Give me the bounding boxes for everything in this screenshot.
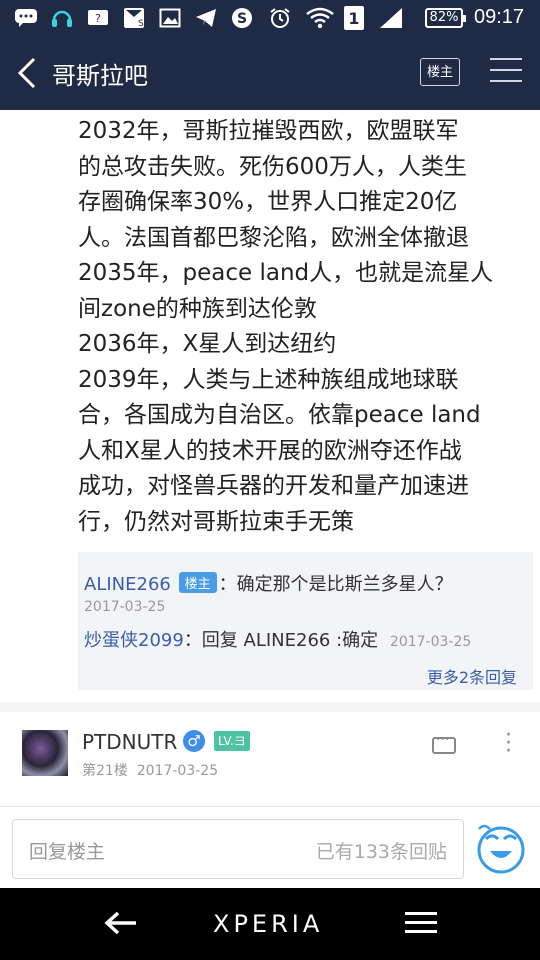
- reply-date: 2017-03-25: [389, 634, 472, 650]
- sub-reply[interactable]: ALINE266 楼主 ：确定那个是比斯兰多星人？: [84, 570, 453, 596]
- forum-title: 哥斯拉吧: [52, 62, 148, 90]
- sub-replies: ALINE266 楼主 ：确定那个是比斯兰多星人？ 2017-03-25 炒蛋侠2…: [78, 552, 533, 690]
- alarm-icon: [268, 6, 292, 30]
- post-line: 合，各国成为自治区。依靠peace land: [78, 402, 481, 428]
- reply-date: 2017-03-25: [84, 599, 166, 615]
- post-line: 成功，对怪兽兵器的开发和量产加速进: [78, 473, 469, 499]
- post-body: 2032年，哥斯拉摧毁西欧，欧盟联军 的总攻击失败。死伤600万人，人类生 存圈…: [78, 114, 528, 540]
- floor-header: PTDNUTR ♂ LV.ヨ 第21楼 2017-03-25 ···: [0, 712, 540, 810]
- post-line: 人。法国首都巴黎沦陷，欧洲全体撤退: [78, 224, 469, 251]
- svg-text:S: S: [237, 11, 247, 27]
- status-bar: ? S S 1 82% 09:17: [0, 0, 540, 36]
- headset-icon: [50, 6, 74, 30]
- list-menu-icon[interactable]: [405, 912, 437, 934]
- reply-text: ：确定那个是比斯兰多星人？: [218, 574, 453, 595]
- reply-username[interactable]: 炒蛋侠2099: [84, 630, 184, 651]
- image-icon: [158, 6, 182, 30]
- more-replies-link[interactable]: 更多2条回复: [427, 664, 517, 688]
- brand-logo: XPERIA: [213, 910, 324, 938]
- hamburger-menu-icon[interactable]: [490, 58, 522, 86]
- post-line: 存圈确保率30%，世界人口推定20亿: [78, 189, 458, 215]
- floor-username[interactable]: PTDNUTR: [82, 730, 177, 754]
- s-app-icon: S: [230, 6, 254, 30]
- chat-bubble-icon: [14, 6, 38, 30]
- post-line: 2036年，X星人到达纽约: [78, 331, 337, 357]
- tag-icon: ?: [86, 6, 110, 30]
- svg-text:S: S: [138, 19, 144, 29]
- floor-number: 第21楼: [82, 763, 128, 779]
- only-op-button[interactable]: 楼主: [420, 58, 460, 86]
- gallery-s-icon: S: [122, 6, 146, 30]
- battery-percent: 82%: [429, 10, 459, 25]
- post-line: 行，仍然对哥斯拉束手无策: [78, 508, 354, 535]
- back-button[interactable]: [14, 56, 44, 90]
- post-line: 人和X星人的技术开展的欧洲夺还作战: [78, 437, 462, 464]
- level-badge: LV.ヨ: [214, 731, 250, 751]
- more-options-icon[interactable]: · · ·: [505, 725, 512, 763]
- arrow-left-icon[interactable]: [104, 910, 138, 936]
- floor-meta: 第21楼 2017-03-25: [82, 760, 218, 780]
- post-line: 的总攻击失败。死伤600万人，人类生: [78, 153, 467, 180]
- sub-reply[interactable]: 炒蛋侠2099：回复 ALINE266 :确定 2017-03-25: [84, 626, 471, 652]
- wifi-icon: [305, 6, 335, 30]
- floor-divider: [0, 702, 540, 712]
- system-nav-bar: XPERIA: [0, 888, 540, 960]
- post-line: 2039年，人类与上述种族组成地球联: [78, 366, 459, 393]
- telegram-icon: [194, 6, 218, 30]
- op-badge: 楼主: [178, 572, 217, 593]
- avatar[interactable]: [22, 730, 68, 776]
- status-clock: 09:17: [474, 6, 525, 28]
- smiley-face-icon[interactable]: [474, 821, 528, 875]
- reply-text: ：回复 ALINE266 :确定: [183, 630, 379, 651]
- thread-content[interactable]: 2032年，哥斯拉摧毁西欧，欧盟联军 的总攻击失败。死伤600万人，人类生 存圈…: [0, 110, 540, 810]
- app-header: 哥斯拉吧 楼主: [0, 36, 540, 110]
- chevron-left-icon: [17, 57, 36, 89]
- comment-icon[interactable]: [432, 732, 456, 754]
- post-line: 2032年，哥斯拉摧毁西欧，欧盟联军: [78, 118, 459, 144]
- reply-bar: 回复楼主 已有133条回贴: [0, 806, 540, 888]
- reply-count: 已有133条回贴: [315, 841, 447, 863]
- signal-icon: [378, 6, 404, 30]
- floor-date: 2017-03-25: [136, 763, 219, 779]
- svg-text:?: ?: [95, 12, 101, 25]
- reply-input[interactable]: 回复楼主 已有133条回贴: [12, 819, 464, 879]
- reply-placeholder: 回复楼主: [29, 841, 106, 863]
- post-line: 间zone的种族到达伦敦: [78, 295, 317, 322]
- sim-1-icon: 1: [344, 6, 364, 30]
- reply-username[interactable]: ALINE266: [84, 574, 171, 595]
- post-line: 2035年，peace land人，也就是流星人: [78, 260, 494, 286]
- male-gender-icon: ♂: [183, 730, 205, 752]
- battery-icon: 82%: [425, 8, 466, 28]
